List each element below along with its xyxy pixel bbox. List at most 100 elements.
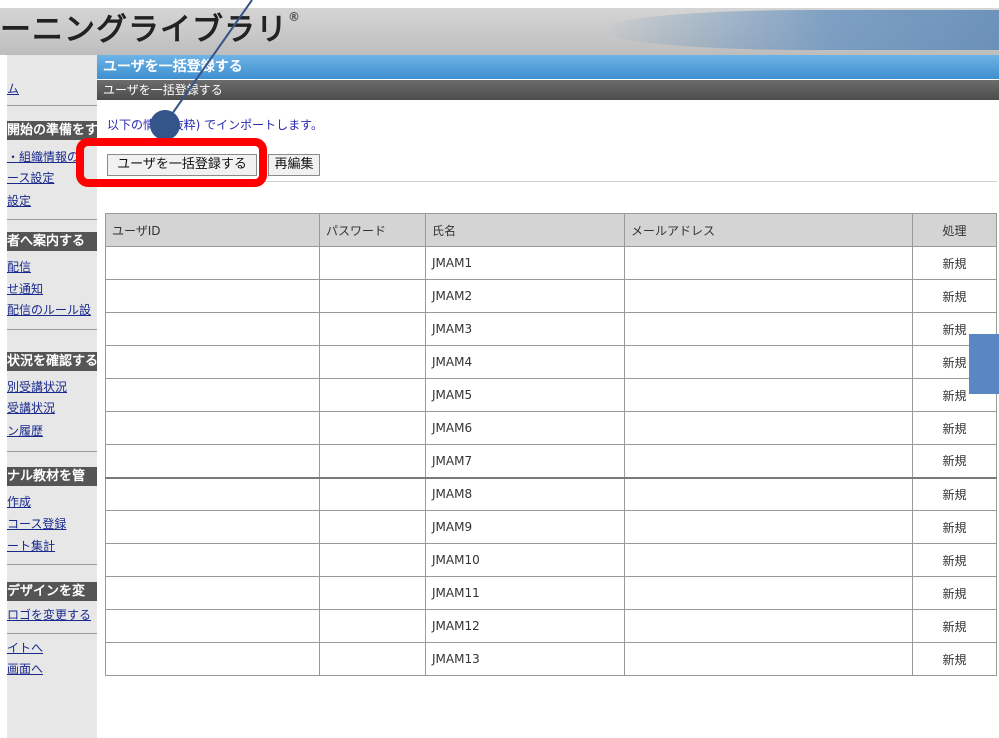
- sidebar-divider: [7, 329, 97, 330]
- table-row: JMAM7 新規: [105, 444, 997, 478]
- table-row: JMAM5 新規: [105, 378, 997, 412]
- cell-user-id: [105, 411, 320, 445]
- cell-name: JMAM5: [425, 378, 625, 412]
- column-header-email: メールアドレス: [624, 213, 913, 247]
- cell-action: 新規: [912, 279, 997, 313]
- cell-user-id: [105, 576, 320, 610]
- table-row: JMAM12 新規: [105, 609, 997, 643]
- sidebar-link[interactable]: 受講状況: [7, 400, 97, 417]
- cell-email: [624, 345, 913, 379]
- cell-user-id: [105, 444, 320, 478]
- sidebar-link[interactable]: ン履歴: [7, 423, 97, 440]
- cell-name: JMAM2: [425, 279, 625, 313]
- sidebar-section-heading: デザインを変: [7, 582, 97, 601]
- table-row: JMAM1 新規: [105, 246, 997, 280]
- cell-password: [319, 642, 426, 676]
- cell-action: 新規: [912, 609, 997, 643]
- import-preview-table: ユーザID パスワード 氏名 メールアドレス 処理 JMAM1 新規 JMAM2 新規…: [105, 213, 997, 676]
- cell-password: [319, 411, 426, 445]
- cell-password: [319, 576, 426, 610]
- side-tab-decoration: [969, 334, 999, 394]
- cell-name: JMAM12: [425, 609, 625, 643]
- header-swoosh-decoration: [600, 10, 999, 50]
- cell-user-id: [105, 476, 320, 511]
- page-title: ユーザを一括登録する: [97, 55, 999, 79]
- cell-name: JMAM4: [425, 345, 625, 379]
- cell-password: [319, 543, 426, 577]
- cell-email: [624, 411, 913, 445]
- cell-name: JMAM1: [425, 246, 625, 280]
- table-row: JMAM6 新規: [105, 411, 997, 445]
- sidebar-link[interactable]: ート集計: [7, 538, 97, 555]
- sidebar-section-heading: 開始の準備をす: [7, 121, 97, 140]
- cell-name: JMAM7: [425, 444, 625, 478]
- sidebar-link[interactable]: 配信: [7, 259, 97, 276]
- table-body: JMAM1 新規 JMAM2 新規 JMAM3 新規 JMAM4 新規 JMAM5 新規 JMAM6…: [105, 246, 997, 676]
- cell-email: [624, 246, 913, 280]
- column-header-name: 氏名: [425, 213, 625, 247]
- sidebar-home-link[interactable]: ム: [7, 81, 97, 98]
- cell-email: [624, 312, 913, 346]
- cell-password: [319, 312, 426, 346]
- import-message: 以下の情報(抜粋) でインポートします。: [107, 118, 323, 132]
- cell-email: [624, 576, 913, 610]
- re-edit-button[interactable]: 再編集: [268, 154, 320, 176]
- cell-action: 新規: [912, 246, 997, 280]
- highlight-box: [76, 138, 267, 187]
- cell-name: JMAM13: [425, 642, 625, 676]
- table-row: JMAM9 新規: [105, 510, 997, 544]
- sidebar-divider: [7, 564, 97, 565]
- sidebar-link[interactable]: コース登録: [7, 516, 97, 533]
- sidebar-link[interactable]: 設定: [7, 193, 97, 210]
- cell-password: [319, 476, 426, 511]
- cell-password: [319, 609, 426, 643]
- cell-user-id: [105, 279, 320, 313]
- table-header-row: ユーザID パスワード 氏名 メールアドレス 処理: [105, 213, 997, 247]
- cell-action: 新規: [912, 476, 997, 511]
- sidebar-edge: [0, 55, 7, 738]
- column-header-user-id: ユーザID: [105, 213, 320, 247]
- cell-action: 新規: [912, 543, 997, 577]
- cell-email: [624, 510, 913, 544]
- sidebar-link[interactable]: イトへ: [7, 640, 97, 657]
- table-row: JMAM2 新規: [105, 279, 997, 313]
- sidebar-divider: [7, 633, 97, 634]
- cell-password: [319, 345, 426, 379]
- page-subtitle: ユーザを一括登録する: [97, 80, 999, 100]
- cell-name: JMAM10: [425, 543, 625, 577]
- table-row: JMAM8 新規: [105, 476, 997, 511]
- sidebar-link[interactable]: せ通知: [7, 281, 97, 298]
- brand-title: ーニングライブラリ®: [0, 8, 301, 52]
- cell-action: 新規: [912, 576, 997, 610]
- sidebar-section-heading: 状況を確認する: [7, 352, 97, 371]
- cell-user-id: [105, 378, 320, 412]
- cell-email: [624, 543, 913, 577]
- column-header-password: パスワード: [319, 213, 426, 247]
- cell-email: [624, 609, 913, 643]
- cell-email: [624, 279, 913, 313]
- sidebar-link[interactable]: 画面へ: [7, 661, 97, 678]
- cell-user-id: [105, 345, 320, 379]
- cell-name: JMAM3: [425, 312, 625, 346]
- cell-password: [319, 510, 426, 544]
- sidebar-link[interactable]: 作成: [7, 494, 97, 511]
- sidebar-link[interactable]: ロゴを変更する: [7, 607, 97, 624]
- cell-user-id: [105, 510, 320, 544]
- cell-name: JMAM11: [425, 576, 625, 610]
- registered-mark: ®: [288, 10, 301, 24]
- cell-name: JMAM6: [425, 411, 625, 445]
- cell-password: [319, 378, 426, 412]
- cell-action: 新規: [912, 510, 997, 544]
- cell-email: [624, 642, 913, 676]
- cell-action: 新規: [912, 444, 997, 478]
- cell-password: [319, 279, 426, 313]
- sidebar-divider: [7, 105, 97, 106]
- cell-user-id: [105, 642, 320, 676]
- sidebar-link[interactable]: 配信のルール設: [7, 302, 97, 319]
- site-header: ーニングライブラリ®: [0, 0, 999, 55]
- cell-email: [624, 378, 913, 412]
- cell-user-id: [105, 312, 320, 346]
- sidebar-link[interactable]: 別受講状況: [7, 379, 97, 396]
- cell-name: JMAM8: [425, 476, 625, 511]
- cell-name: JMAM9: [425, 510, 625, 544]
